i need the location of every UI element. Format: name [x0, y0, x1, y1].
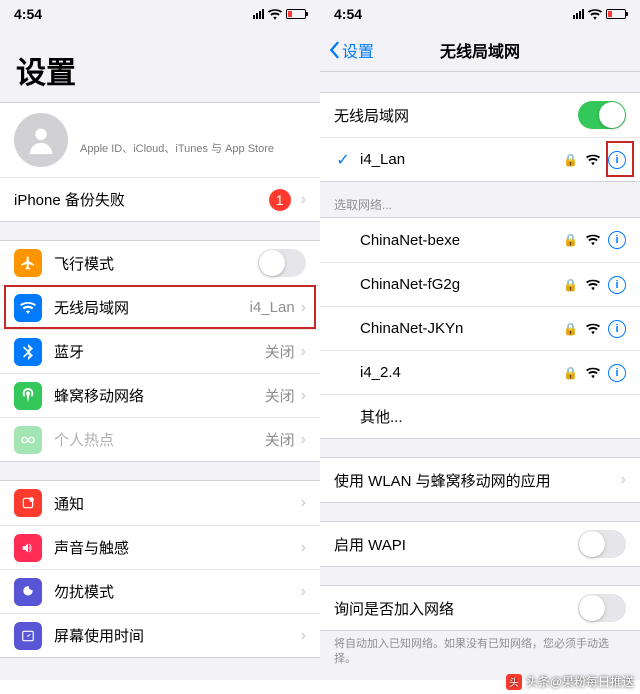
dnd-cell[interactable]: 勿扰模式 ›: [0, 569, 320, 613]
hotspot-icon: [14, 426, 42, 454]
wifi-status-icon: [588, 9, 602, 20]
sounds-cell[interactable]: 声音与触感 ›: [0, 525, 320, 569]
account-subtitle: Apple ID、iCloud、iTunes 与 App Store: [80, 140, 306, 156]
chevron-right-icon: ›: [301, 539, 306, 557]
cellular-icon: [14, 382, 42, 410]
chevron-right-icon: ›: [301, 191, 306, 209]
chevron-right-icon: ›: [301, 431, 306, 449]
status-bar: 4:54: [320, 0, 640, 28]
info-button[interactable]: i: [608, 231, 626, 249]
bluetooth-icon: [14, 338, 42, 366]
apps-using-wlan-cell[interactable]: 使用 WLAN 与蜂窝移动网的应用 ›: [320, 458, 640, 502]
screentime-cell[interactable]: 屏幕使用时间 ›: [0, 613, 320, 657]
ask-to-join-toggle[interactable]: [578, 594, 626, 622]
chevron-right-icon: ›: [301, 583, 306, 601]
status-bar: 4:54: [0, 0, 320, 28]
chevron-right-icon: ›: [301, 494, 306, 512]
wifi-signal-icon: [586, 233, 600, 247]
ask-to-join-cell: 询问是否加入网络: [320, 586, 640, 630]
status-time: 4:54: [14, 6, 42, 22]
network-row[interactable]: i4_2.4 🔒i: [320, 350, 640, 394]
battery-icon: [286, 9, 306, 19]
notifications-icon: [14, 489, 42, 517]
status-time: 4:54: [334, 6, 362, 22]
wifi-status-icon: [268, 9, 282, 20]
network-row[interactable]: ChinaNet-bexe 🔒i: [320, 218, 640, 262]
wapi-cell: 启用 WAPI: [320, 522, 640, 566]
signal-icon: [253, 9, 264, 19]
network-row[interactable]: ChinaNet-fG2g 🔒i: [320, 262, 640, 306]
nav-bar: 设置 无线局域网: [320, 28, 640, 72]
info-button[interactable]: i: [608, 151, 626, 169]
account-name-redacted: [80, 124, 306, 140]
page-title: 设置: [0, 28, 320, 102]
chevron-right-icon: ›: [301, 299, 306, 317]
signal-icon: [573, 9, 584, 19]
avatar-icon: [14, 113, 68, 167]
other-network-cell[interactable]: 其他...: [320, 394, 640, 438]
lock-icon: 🔒: [563, 233, 578, 247]
wifi-signal-icon: [586, 153, 600, 167]
apple-id-cell[interactable]: Apple ID、iCloud、iTunes 与 App Store: [0, 103, 320, 177]
sounds-icon: [14, 534, 42, 562]
lock-icon: 🔒: [563, 366, 578, 380]
bluetooth-cell[interactable]: 蓝牙 关闭 ›: [0, 329, 320, 373]
cellular-cell[interactable]: 蜂窝移动网络 关闭 ›: [0, 373, 320, 417]
wifi-signal-icon: [586, 366, 600, 380]
wifi-settings-screen: 4:54 设置 无线局域网 无线局域网 ✓ i4_Lan 🔒 i: [320, 0, 640, 680]
wifi-toggle[interactable]: [578, 101, 626, 129]
wifi-cell[interactable]: 无线局域网 i4_Lan ›: [0, 285, 320, 329]
status-icons: [573, 9, 626, 20]
chevron-right-icon: ›: [621, 471, 626, 489]
network-row[interactable]: ChinaNet-JKYn 🔒i: [320, 306, 640, 350]
hotspot-cell[interactable]: 个人热点 关闭 ›: [0, 417, 320, 461]
info-button[interactable]: i: [608, 364, 626, 382]
lock-icon: 🔒: [563, 153, 578, 167]
watermark: 头 头条@果粉每日推送: [506, 673, 634, 690]
checkmark-icon: ✓: [334, 150, 352, 170]
status-icons: [253, 9, 306, 20]
airplane-toggle[interactable]: [258, 249, 306, 277]
wifi-signal-icon: [586, 278, 600, 292]
notifications-cell[interactable]: 通知 ›: [0, 481, 320, 525]
airplane-mode-cell[interactable]: 飞行模式: [0, 241, 320, 285]
dnd-icon: [14, 578, 42, 606]
connected-network-cell[interactable]: ✓ i4_Lan 🔒 i: [320, 137, 640, 181]
wifi-signal-icon: [586, 322, 600, 336]
nav-title: 无线局域网: [440, 38, 520, 62]
wifi-master-switch-cell: 无线局域网: [320, 93, 640, 137]
chevron-right-icon: ›: [301, 387, 306, 405]
backup-failed-cell[interactable]: iPhone 备份失败 1 ›: [0, 177, 320, 221]
watermark-logo-icon: 头: [506, 674, 522, 690]
screentime-icon: [14, 622, 42, 650]
choose-network-header: 选取网络...: [320, 188, 640, 217]
lock-icon: 🔒: [563, 322, 578, 336]
airplane-icon: [14, 249, 42, 277]
back-button[interactable]: 设置: [328, 38, 374, 62]
chevron-right-icon: ›: [301, 627, 306, 645]
battery-icon: [606, 9, 626, 19]
alert-badge: 1: [269, 189, 291, 211]
wapi-toggle[interactable]: [578, 530, 626, 558]
lock-icon: 🔒: [563, 278, 578, 292]
chevron-right-icon: ›: [301, 343, 306, 361]
info-button[interactable]: i: [608, 276, 626, 294]
settings-root-screen: 4:54 设置 Apple ID、iCloud、iTunes 与 App Sto…: [0, 0, 320, 680]
wifi-icon: [14, 294, 42, 322]
info-button[interactable]: i: [608, 320, 626, 338]
